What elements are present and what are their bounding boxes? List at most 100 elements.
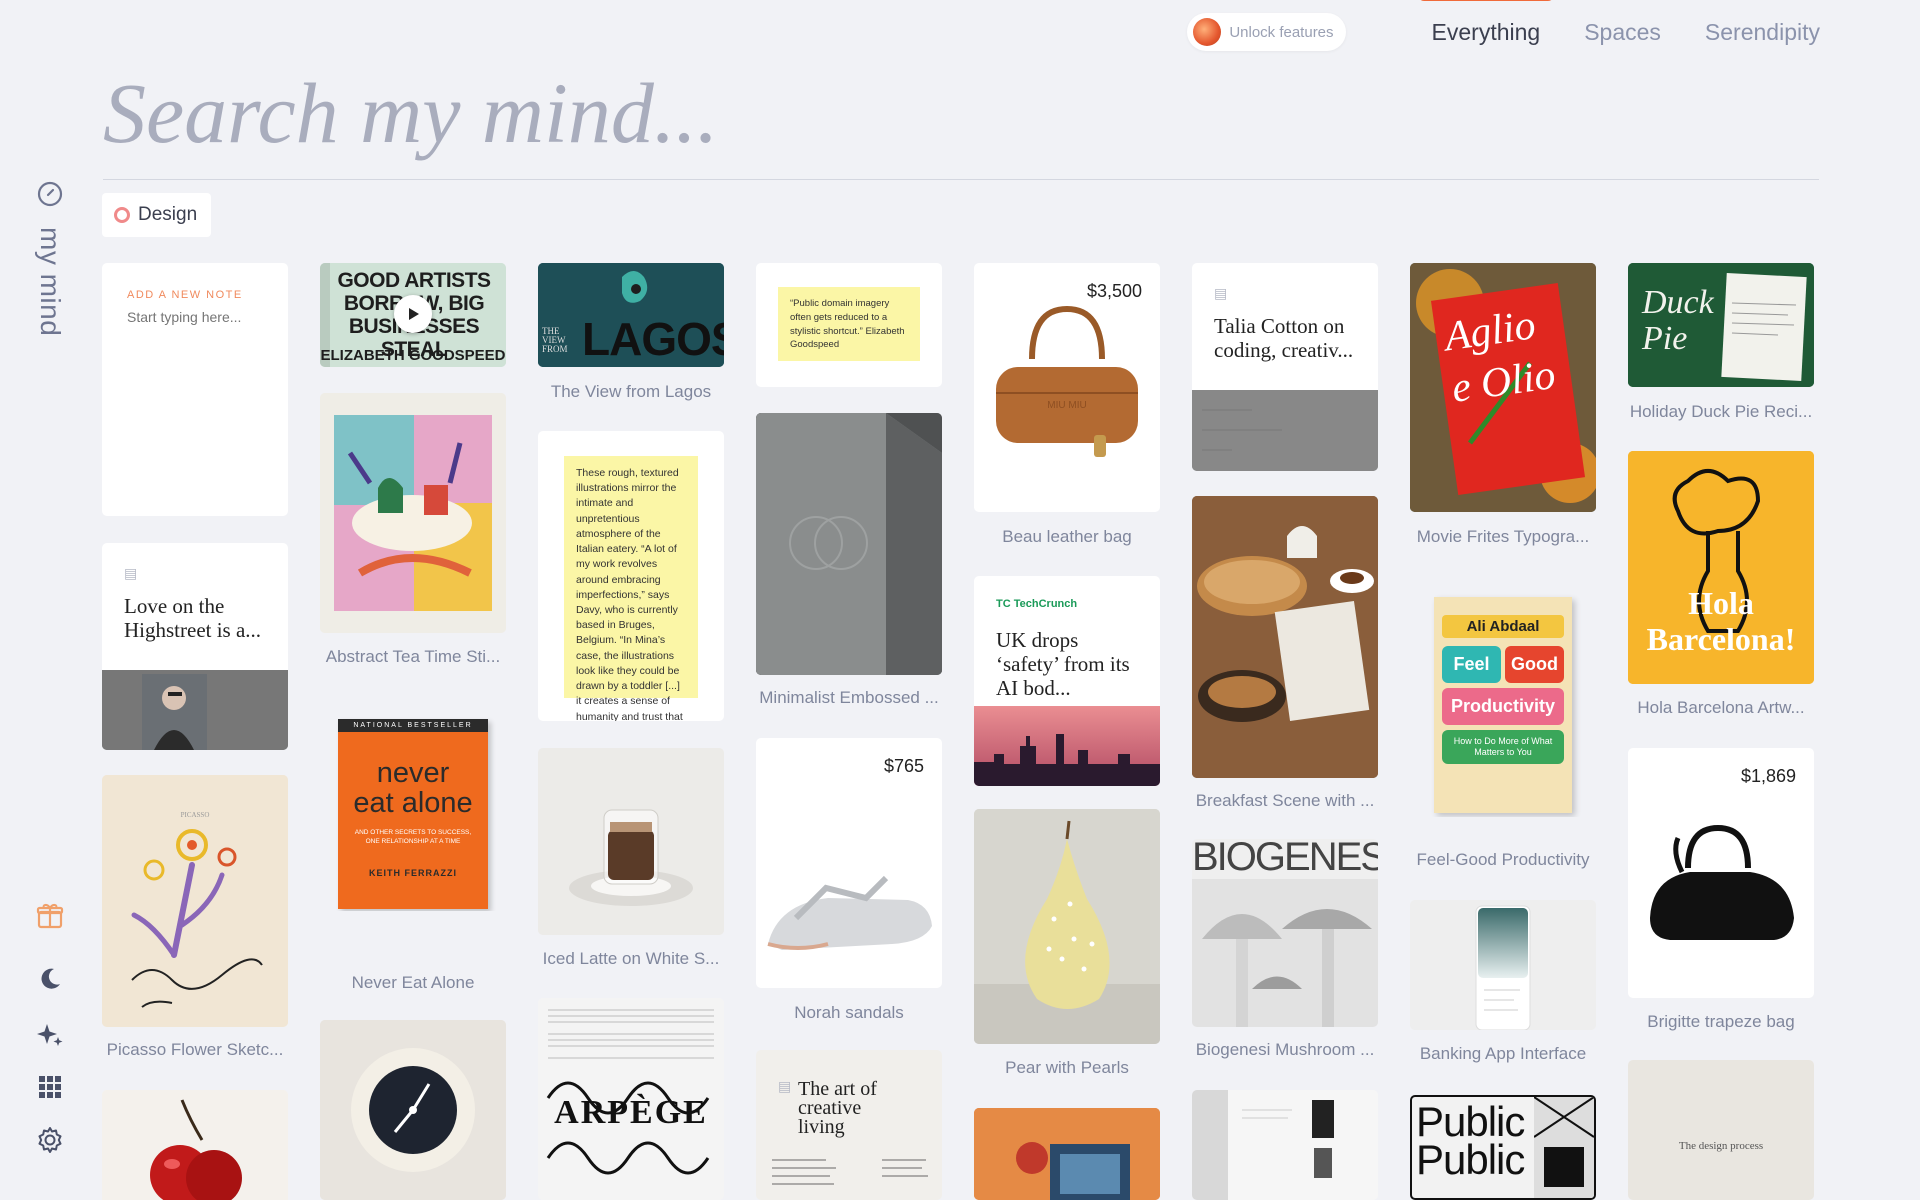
image-card-hola-barcelona[interactable]: Hola Barcelona! — [1628, 451, 1814, 684]
image-card-aglio[interactable]: Aglio e Olio — [1410, 263, 1596, 512]
book-title: never eat alone — [353, 757, 473, 819]
book-card-feel-good[interactable]: Ali Abdaal Feel Good Productivity How to… — [1410, 593, 1596, 817]
tag-ring-icon — [114, 207, 130, 223]
video-card-good-artists[interactable]: GOOD ARTISTS BORROW, BIG BUSINESSES STEA… — [320, 263, 506, 367]
dark-mode-moon-icon[interactable] — [33, 962, 67, 996]
article-title: The art of creative living — [798, 1078, 877, 1138]
sparkle-icon[interactable] — [33, 1018, 67, 1052]
image-card-cherry[interactable] — [102, 1090, 288, 1200]
caption-pear: Pear with Pearls — [1005, 1058, 1129, 1077]
biogenesi-title: BIOGENESI — [1192, 839, 1378, 879]
lagos-the-view-from: THE VIEW FROM — [542, 326, 568, 354]
article-card-talia[interactable]: ▤ Talia Cotton on coding, creativ... — [1192, 263, 1378, 471]
image-card-biogenesi[interactable]: BIOGENESI — [1192, 839, 1378, 1027]
caption-iced-latte: Iced Latte on White S... — [542, 949, 720, 968]
caption-abstract-tea: Abstract Tea Time Sti... — [325, 647, 501, 666]
unlock-features-label: Unlock features — [1229, 23, 1334, 41]
image-card-arpege[interactable]: ARPÈGE — [538, 998, 724, 1200]
caption-embossed: Minimalist Embossed ... — [759, 688, 939, 707]
caption-duck-pie: Holiday Duck Pie Reci... — [1629, 402, 1813, 421]
caption-banking: Banking App Interface — [1419, 1044, 1587, 1063]
techcrunch-source: TC TechCrunch — [996, 598, 1078, 610]
book-title-good: Good — [1505, 646, 1564, 683]
image-card-iced-latte[interactable] — [538, 748, 724, 935]
grid-apps-icon[interactable] — [33, 1070, 67, 1104]
new-note-label: ADD A NEW NOTE — [127, 289, 243, 301]
book-title-row: Feel Good — [1442, 646, 1564, 683]
book-subtitle: How to Do More of What Matters to You — [1442, 730, 1564, 764]
article-title: Love on the Highstreet is a... — [124, 594, 262, 643]
tab-everything[interactable]: Everything — [1417, 0, 1554, 46]
search-bar — [103, 50, 1819, 180]
book-title-feel: Feel — [1442, 646, 1501, 683]
filter-chip-design[interactable]: Design — [102, 193, 212, 237]
caption-picasso: Picasso Flower Sketc... — [106, 1040, 284, 1059]
hola-title: Hola Barcelona! — [1646, 585, 1796, 657]
new-note-input[interactable] — [127, 309, 267, 325]
tab-spaces[interactable]: Spaces — [1584, 19, 1661, 46]
image-card-lagos[interactable]: THE VIEW FROM LAGOS — [538, 263, 724, 367]
unlock-features-button[interactable]: Unlock features — [1187, 13, 1346, 51]
book-banner: NATIONAL BESTSELLER — [338, 719, 488, 732]
image-card-bottles[interactable] — [1192, 1090, 1378, 1200]
play-video-button[interactable] — [394, 295, 432, 333]
article-icon: ▤ — [124, 565, 138, 581]
settings-gear-icon[interactable] — [33, 1123, 67, 1157]
book-cover: Ali Abdaal Feel Good Productivity How to… — [1434, 597, 1572, 813]
quote-card-goodspeed[interactable]: “Public domain imagery often gets reduce… — [756, 263, 942, 387]
lagos-title: LAGOS — [582, 313, 724, 365]
book-author: KEITH FERRAZZI — [369, 868, 457, 878]
caption-breakfast: Breakfast Scene with ... — [1195, 791, 1375, 810]
unlock-orb-icon — [1193, 18, 1222, 46]
quote-text: “Public domain imagery often gets reduce… — [778, 287, 920, 361]
article-card-love-highstreet[interactable]: ▤ Love on the Highstreet is a... — [102, 543, 288, 750]
tab-serendipity[interactable]: Serendipity — [1705, 19, 1820, 46]
caption-never-eat-alone: Never Eat Alone — [351, 973, 475, 992]
caption-brigitte: Brigitte trapeze bag — [1647, 1012, 1795, 1031]
image-card-reader[interactable] — [974, 1108, 1160, 1200]
duck-pie-title: Duck Pie — [1642, 284, 1714, 357]
article-title: UK drops ‘safety’ from its AI bod... — [996, 628, 1130, 701]
gift-icon[interactable] — [33, 899, 67, 933]
caption-lagos: The View from Lagos — [550, 382, 712, 401]
image-card-banking[interactable] — [1410, 900, 1596, 1030]
quote-text: These rough, textured illustrations mirr… — [564, 456, 698, 721]
article-card-design-process[interactable]: The design process — [1628, 1060, 1814, 1200]
brand[interactable]: my mind — [30, 178, 70, 336]
product-card-norah[interactable]: $765 — [756, 738, 942, 988]
book-cover: NATIONAL BESTSELLER never eat alone AND … — [338, 719, 488, 909]
book-title-productivity: Productivity — [1442, 688, 1564, 725]
product-card-beau[interactable]: $3,500 MIU MIU — [974, 263, 1160, 512]
product-card-brigitte[interactable]: $1,869 — [1628, 748, 1814, 998]
article-title: Talia Cotton on coding, creativ... — [1214, 314, 1354, 363]
image-card-breakfast[interactable] — [1192, 496, 1378, 778]
book-card-never-eat-alone[interactable]: NATIONAL BESTSELLER never eat alone AND … — [320, 716, 506, 911]
svg-text:MIU MIU: MIU MIU — [1047, 400, 1086, 411]
new-note-card[interactable]: ADD A NEW NOTE — [102, 263, 288, 516]
caption-movie-frites: Movie Frites Typogra... — [1416, 527, 1590, 546]
brand-name: my mind — [35, 227, 66, 337]
arpege-title: ARPÈGE — [554, 1094, 708, 1131]
image-card-clock[interactable] — [320, 1020, 506, 1200]
image-card-duck-pie[interactable]: Duck Pie — [1628, 263, 1814, 387]
picasso-print-label: PICASSO — [181, 811, 210, 819]
article-card-uk-drops[interactable]: TC TechCrunch UK drops ‘safety’ from its… — [974, 576, 1160, 786]
sidebar: my mind — [0, 0, 100, 1200]
image-card-abstract-tea[interactable] — [320, 393, 506, 633]
quote-card-davy[interactable]: These rough, textured illustrations mirr… — [538, 431, 724, 721]
image-card-picasso[interactable]: PICASSO — [102, 775, 288, 1027]
public-title-repeat: Public — [1416, 1136, 1525, 1183]
article-card-the-art[interactable]: ▤ The art of creative living — [756, 1050, 942, 1200]
techcrunch-logo-icon: TC — [996, 598, 1011, 610]
image-card-public[interactable]: Public Public — [1410, 1095, 1596, 1200]
aglio-title: Aglio e Olio — [1441, 302, 1559, 412]
image-card-pear[interactable] — [974, 809, 1160, 1044]
search-input[interactable] — [103, 58, 1103, 168]
article-thumbnail — [102, 670, 288, 750]
good-artists-author: ELIZABETH GOODSPEED — [320, 347, 506, 364]
caption-feel-good: Feel-Good Productivity — [1416, 850, 1590, 869]
brand-logo-icon — [36, 178, 64, 213]
caption-beau: Beau leather bag — [1002, 527, 1132, 546]
article-title: The design process — [1678, 1140, 1764, 1152]
image-card-embossed[interactable] — [756, 413, 942, 675]
